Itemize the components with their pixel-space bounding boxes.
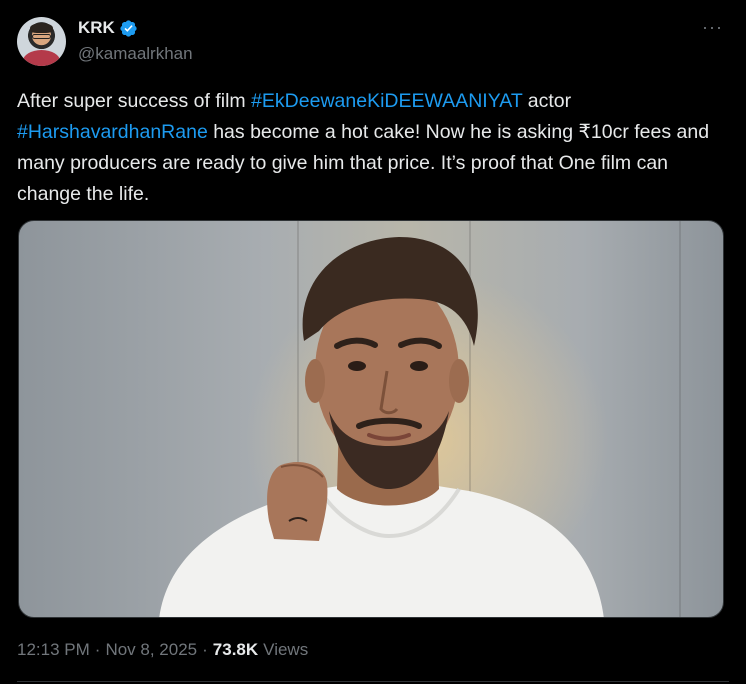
tweet-text-part: After super success of film — [17, 90, 252, 112]
tweet-text: After super success of film #EkDeewaneKi… — [17, 86, 729, 210]
author-name[interactable]: KRK — [78, 18, 115, 38]
views-label[interactable]: Views — [263, 640, 308, 660]
tweet-text-part: actor — [522, 90, 572, 112]
divider — [17, 681, 729, 682]
meta-separator: · — [202, 640, 208, 659]
more-icon[interactable]: ··· — [702, 17, 723, 38]
tweet-card: KRK @kamaalrkhan ··· After super success… — [0, 0, 746, 684]
verified-badge-icon[interactable] — [119, 19, 138, 38]
avatar[interactable] — [17, 17, 66, 66]
tweet-meta: 12:13 PM · Nov 8, 2025 · 73.8K Views — [17, 640, 308, 660]
tweet-image[interactable] — [18, 220, 724, 618]
tweet-date[interactable]: Nov 8, 2025 — [105, 640, 197, 660]
hashtag-link[interactable]: #HarshavardhanRane — [17, 121, 208, 143]
views-count[interactable]: 73.8K — [213, 640, 258, 660]
hashtag-link[interactable]: #EkDeewaneKiDEEWAANIYAT — [251, 90, 522, 112]
meta-separator: · — [94, 640, 101, 659]
author-handle[interactable]: @kamaalrkhan — [78, 44, 193, 64]
tweet-time[interactable]: 12:13 PM — [17, 640, 90, 660]
portrait-illustration — [159, 237, 604, 617]
author-name-row[interactable]: KRK — [78, 18, 138, 38]
